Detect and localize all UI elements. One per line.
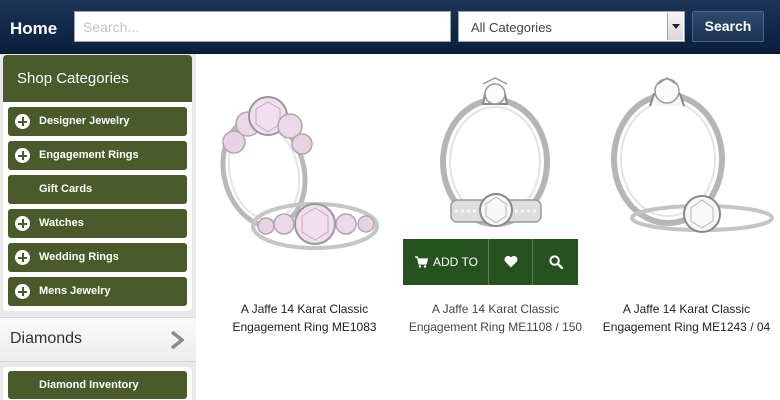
sidebar-item-label: Gift Cards (39, 183, 93, 195)
ring-product-image[interactable] (403, 64, 588, 264)
ring-product-image[interactable] (212, 64, 397, 264)
product-action-bar: ADD TO (403, 239, 578, 285)
add-to-cart-button[interactable]: ADD TO (403, 239, 489, 285)
product-card[interactable]: A Jaffe 14 Karat Classic Engagement Ring… (212, 64, 397, 364)
plus-icon[interactable] (15, 114, 30, 129)
sidebar-item-mens-jewelry[interactable]: Mens Jewelry (8, 277, 187, 306)
sidebar-item-gift-cards[interactable]: Gift Cards (8, 175, 187, 204)
product-title-line: A Jaffe 14 Karat Classic (431, 302, 560, 316)
sidebar-item-wedding-rings[interactable]: Wedding Rings (8, 243, 187, 272)
heart-icon (504, 255, 518, 268)
product-title[interactable]: A Jaffe 14 Karat Classic Engagement Ring… (403, 300, 588, 336)
sidebar-item-designer-jewelry[interactable]: Designer Jewelry (8, 107, 187, 136)
diamond-inventory-panel: Diamond Inventory (3, 367, 192, 400)
product-title-line: Engagement Ring ME1108 / 150 (408, 320, 583, 334)
plus-icon[interactable] (15, 284, 30, 299)
product-title-line: Engagement Ring ME1083 (232, 320, 377, 334)
dropdown-arrow-icon[interactable] (667, 13, 683, 40)
top-navigation-bar: Home All Categories Search (0, 0, 780, 54)
shop-categories-title: Shop Categories (3, 55, 192, 102)
product-title[interactable]: A Jaffe 14 Karat Classic Engagement Ring… (212, 300, 397, 336)
product-title-line: Engagement Ring ME1243 / 04 (602, 320, 771, 334)
wishlist-button[interactable] (490, 239, 533, 285)
sidebar-item-label: Engagement Rings (39, 149, 139, 161)
search-button[interactable]: Search (692, 11, 764, 42)
sidebar-item-diamond-inventory[interactable]: Diamond Inventory (8, 371, 187, 399)
category-select[interactable]: All Categories (458, 11, 685, 42)
sidebar-item-label: Mens Jewelry (39, 285, 111, 297)
plus-icon[interactable] (15, 216, 30, 231)
search-icon (549, 255, 563, 269)
product-title-line: A Jaffe 14 Karat Classic (622, 302, 751, 316)
product-title-line: A Jaffe 14 Karat Classic (240, 302, 369, 316)
product-card[interactable]: ADD TO A Jaffe 14 Karat Classic Engageme… (403, 64, 588, 364)
cart-icon (415, 256, 428, 268)
sidebar-item-label: Designer Jewelry (39, 115, 130, 127)
add-to-label: ADD TO (433, 255, 478, 269)
sidebar-item-label: Watches (39, 217, 84, 229)
home-link[interactable]: Home (10, 19, 57, 39)
ring-product-image[interactable] (594, 64, 779, 264)
sidebar-item-engagement-rings[interactable]: Engagement Rings (8, 141, 187, 170)
sidebar-item-label: Wedding Rings (39, 251, 119, 263)
search-input[interactable] (74, 11, 451, 42)
quick-view-button[interactable] (534, 239, 578, 285)
sidebar-item-watches[interactable]: Watches (8, 209, 187, 238)
diamonds-section-header[interactable]: Diamonds (0, 317, 196, 362)
product-card[interactable]: A Jaffe 14 Karat Classic Engagement Ring… (594, 64, 779, 364)
diamonds-title: Diamonds (10, 330, 83, 347)
sidebar: Shop Categories Designer Jewelry Engagem… (0, 54, 196, 400)
product-title[interactable]: A Jaffe 14 Karat Classic Engagement Ring… (594, 300, 779, 336)
chevron-right-icon[interactable] (170, 331, 184, 349)
category-select-value: All Categories (471, 20, 552, 35)
plus-icon[interactable] (15, 250, 30, 265)
plus-icon[interactable] (15, 148, 30, 163)
shop-categories-panel: Shop Categories Designer Jewelry Engagem… (3, 55, 192, 311)
